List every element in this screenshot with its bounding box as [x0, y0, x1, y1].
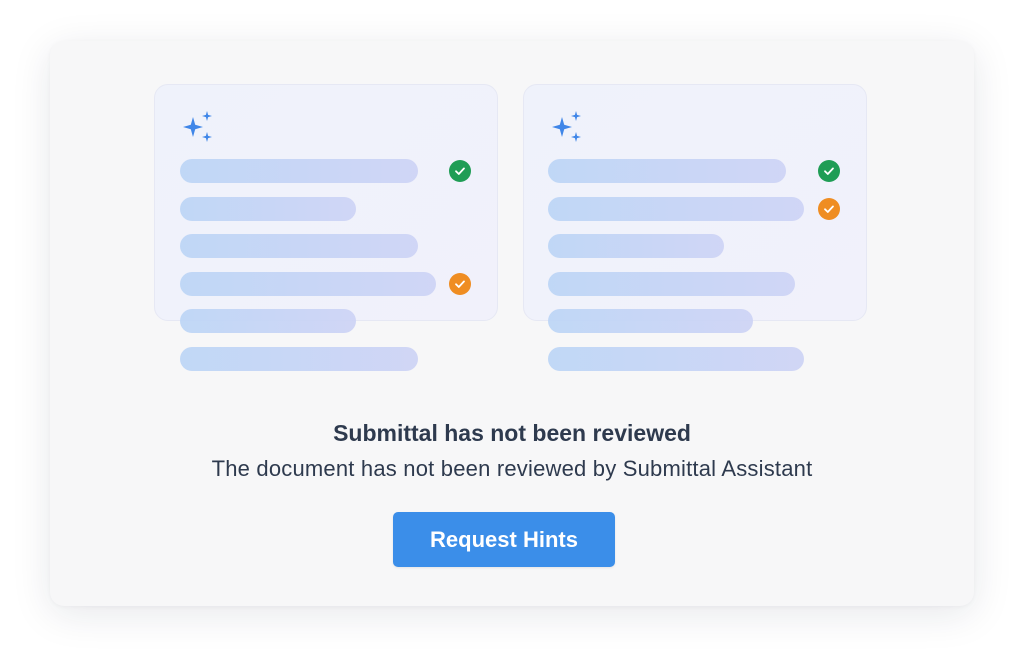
placeholder-line: [548, 234, 724, 258]
check-icon: [818, 198, 840, 220]
placeholder-line: [180, 234, 418, 258]
check-icon: [818, 160, 840, 182]
placeholder-line: [548, 159, 786, 183]
placeholder-line: [548, 309, 753, 333]
empty-state-title: Submittal has not been reviewed: [333, 420, 691, 446]
placeholder-line: [180, 272, 436, 296]
placeholder-line: [548, 197, 804, 221]
placeholder-line: [548, 272, 795, 296]
placeholder-line: [180, 159, 418, 183]
placeholder-line: [180, 347, 418, 371]
placeholder-line: [180, 197, 356, 221]
placeholder-line: [548, 347, 804, 371]
check-icon: [449, 273, 471, 295]
sparkle-icon: [552, 111, 581, 142]
request-hints-button[interactable]: Request Hints: [393, 512, 615, 567]
empty-state-message: The document has not been reviewed by Su…: [211, 456, 813, 481]
empty-state-card: Submittal has not been reviewed The docu…: [50, 41, 974, 606]
check-icon: [449, 160, 471, 182]
placeholder-line: [180, 309, 356, 333]
sparkle-icon: [183, 111, 212, 142]
